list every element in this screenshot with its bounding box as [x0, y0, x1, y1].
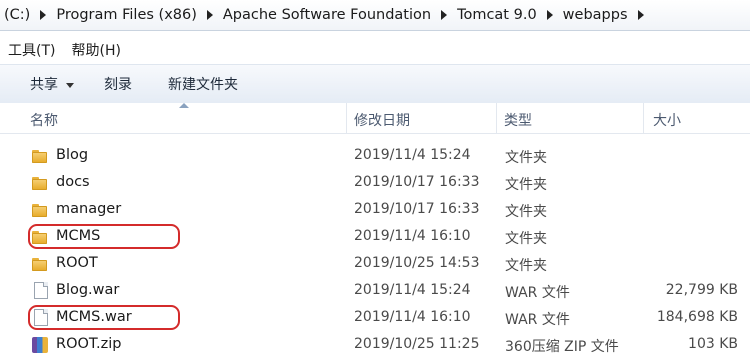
- file-name: docs: [56, 174, 90, 190]
- file-date: 2019/10/25 14:53: [354, 255, 480, 271]
- file-name: Blog.war: [56, 282, 120, 298]
- folder-icon: [32, 202, 48, 218]
- file-type: 文件夹: [505, 258, 547, 274]
- column-header-name[interactable]: 名称: [30, 110, 58, 130]
- breadcrumb-separator-icon[interactable]: [206, 10, 213, 20]
- file-type: 文件夹: [505, 150, 547, 166]
- file-row[interactable]: Blog 2019/11/4 15:24 文件夹: [0, 143, 750, 170]
- file-name: Blog: [56, 147, 89, 163]
- file-date: 2019/11/4 16:10: [354, 309, 471, 325]
- share-button[interactable]: 共享: [30, 74, 74, 94]
- file-row[interactable]: manager 2019/10/17 16:33 文件夹: [0, 197, 750, 224]
- breadcrumb-separator-icon[interactable]: [441, 10, 448, 20]
- file-row[interactable]: docs 2019/10/17 16:33 文件夹: [0, 170, 750, 197]
- column-divider[interactable]: [346, 103, 347, 133]
- file-type: 文件夹: [505, 204, 547, 220]
- folder-icon: [32, 148, 48, 164]
- breadcrumb-separator-icon[interactable]: [40, 10, 47, 20]
- column-divider[interactable]: [643, 103, 644, 133]
- breadcrumb-separator-icon[interactable]: [546, 10, 553, 20]
- menu-bar: 工具(T) 帮助(H): [0, 38, 750, 62]
- burn-button[interactable]: 刻录: [104, 74, 132, 94]
- file-name: ROOT: [56, 255, 98, 271]
- file-size: 103 KB: [688, 336, 738, 352]
- new-folder-button[interactable]: 新建文件夹: [168, 74, 238, 94]
- sort-ascending-icon: [179, 103, 189, 108]
- file-date: 2019/11/4 15:24: [354, 147, 471, 163]
- address-bar[interactable]: (C:) Program Files (x86) Apache Software…: [0, 0, 750, 31]
- column-header-date[interactable]: 修改日期: [354, 110, 410, 130]
- folder-icon: [32, 175, 48, 191]
- file-type: WAR 文件: [505, 285, 570, 301]
- column-divider[interactable]: [496, 103, 497, 133]
- file-type: 文件夹: [505, 231, 547, 247]
- breadcrumb-drive[interactable]: (C:): [4, 7, 30, 23]
- file-type: WAR 文件: [505, 312, 570, 328]
- breadcrumb-webapps[interactable]: webapps: [563, 7, 628, 23]
- column-header-size[interactable]: 大小: [653, 110, 681, 130]
- file-date: 2019/10/17 16:33: [354, 174, 480, 190]
- command-toolbar: 共享 刻录 新建文件夹: [0, 64, 750, 104]
- zip-archive-icon: [32, 337, 48, 353]
- highlight-oval-mcms: [28, 224, 180, 249]
- file-date: 2019/10/17 16:33: [354, 201, 480, 217]
- menu-tools[interactable]: 工具(T): [8, 40, 55, 60]
- file-name: manager: [56, 201, 122, 217]
- breadcrumb-program-files[interactable]: Program Files (x86): [56, 7, 197, 23]
- file-type: 文件夹: [505, 177, 547, 193]
- breadcrumb-tomcat[interactable]: Tomcat 9.0: [457, 7, 537, 23]
- file-row[interactable]: Blog.war 2019/11/4 15:24 WAR 文件 22,799 K…: [0, 278, 750, 305]
- file-size: 22,799 KB: [665, 282, 738, 298]
- file-row[interactable]: ROOT.zip 2019/10/25 11:25 360压缩 ZIP 文件 1…: [0, 332, 750, 359]
- breadcrumb-apache[interactable]: Apache Software Foundation: [223, 7, 431, 23]
- highlight-oval-mcms-war: [28, 305, 180, 330]
- file-name: ROOT.zip: [56, 336, 122, 352]
- file-date: 2019/11/4 15:24: [354, 282, 471, 298]
- file-date: 2019/10/25 11:25: [354, 336, 480, 352]
- chevron-down-icon: [66, 82, 74, 88]
- column-header-type[interactable]: 类型: [504, 110, 532, 130]
- menu-help[interactable]: 帮助(H): [71, 40, 120, 60]
- file-date: 2019/11/4 16:10: [354, 228, 471, 244]
- share-label: 共享: [30, 77, 58, 93]
- file-type: 360压缩 ZIP 文件: [505, 339, 619, 355]
- column-header-row: 名称 修改日期 类型 大小: [0, 103, 750, 134]
- breadcrumb-separator-icon[interactable]: [637, 10, 644, 20]
- file-size: 184,698 KB: [656, 309, 738, 325]
- file-row[interactable]: ROOT 2019/10/25 14:53 文件夹: [0, 251, 750, 278]
- file-icon: [34, 282, 48, 299]
- folder-icon: [32, 256, 48, 272]
